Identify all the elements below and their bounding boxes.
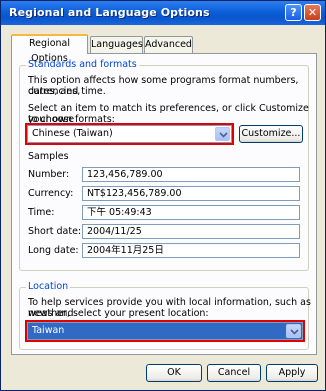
location-dropdown[interactable]: Taiwan xyxy=(27,322,303,340)
sample-value-number: 123,456,789.00 xyxy=(82,167,300,182)
location-description-line2: weather, select your present location: xyxy=(28,308,209,319)
ok-button[interactable]: OK xyxy=(146,364,202,382)
close-button[interactable]: ✕ xyxy=(304,4,321,21)
samples-heading: Samples xyxy=(28,151,69,162)
standards-description-line2: dates, and time. xyxy=(28,86,106,97)
format-dropdown[interactable]: Chinese (Taiwan) xyxy=(27,125,232,143)
tab-panel: Standards and formats This option affect… xyxy=(11,53,317,355)
tab-regional-options[interactable]: Regional Options xyxy=(11,34,88,64)
sample-label-number: Number: xyxy=(28,169,70,180)
help-button[interactable]: ? xyxy=(285,4,302,21)
sample-label-currency: Currency: xyxy=(28,188,74,199)
cancel-button[interactable]: Cancel xyxy=(207,364,261,382)
location-dropdown-value: Taiwan xyxy=(32,325,65,336)
window-title: Regional and Language Options xyxy=(9,6,210,19)
sample-value-currency: NT$123,456,789.00 xyxy=(82,186,300,201)
apply-button[interactable]: Apply xyxy=(266,364,318,382)
title-bar[interactable]: Regional and Language Options ? ✕ xyxy=(1,1,325,25)
sample-label-short-date: Short date: xyxy=(28,226,82,237)
sample-value-time: 下午 05:49:43 xyxy=(82,205,300,220)
standards-instruction-line2: your own formats: xyxy=(28,114,115,125)
tab-advanced[interactable]: Advanced xyxy=(144,36,193,53)
sample-value-short-date: 2004/11/25 xyxy=(82,224,300,239)
tab-languages[interactable]: Languages xyxy=(90,36,143,53)
sample-label-time: Time: xyxy=(28,207,55,218)
dialog-window: Regional and Language Options ? ✕ Region… xyxy=(0,0,326,391)
close-icon: ✕ xyxy=(307,6,318,19)
format-dropdown-value: Chinese (Taiwan) xyxy=(32,128,113,139)
chevron-down-icon[interactable] xyxy=(215,127,230,141)
chevron-down-icon[interactable] xyxy=(286,324,301,338)
sample-value-long-date: 2004年11月25日 xyxy=(82,243,300,258)
help-icon: ? xyxy=(290,6,297,19)
customize-button[interactable]: Customize... xyxy=(239,125,303,143)
location-group-label: Location xyxy=(26,281,71,292)
sample-label-long-date: Long date: xyxy=(28,245,79,256)
